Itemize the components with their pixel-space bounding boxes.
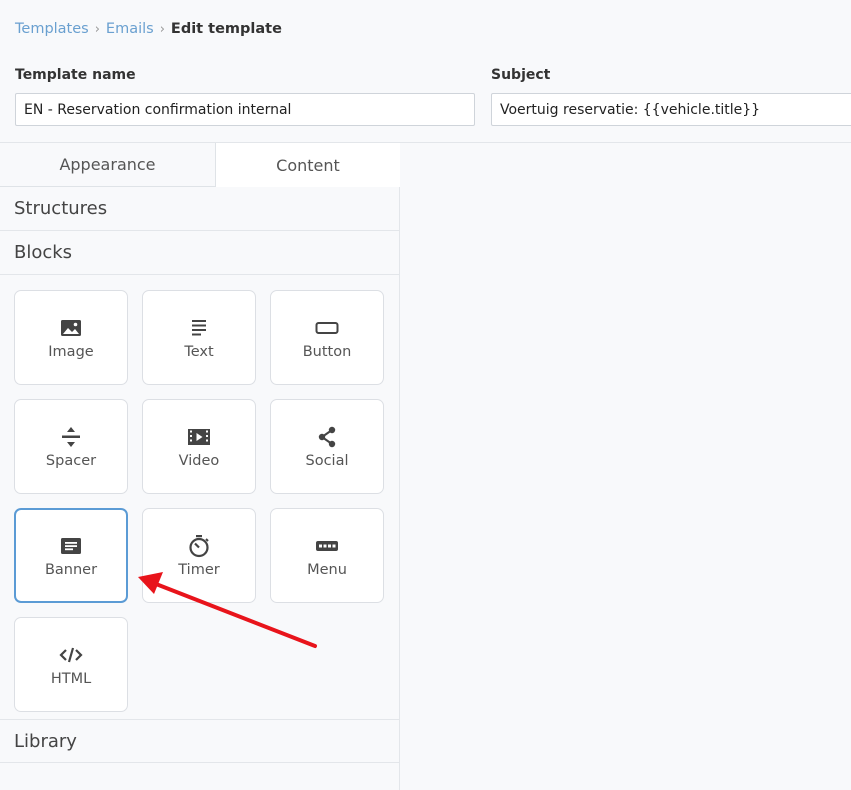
block-label: Video	[178, 452, 220, 469]
menu-icon	[315, 534, 339, 558]
spacer-icon	[59, 425, 83, 449]
block-social[interactable]: Social	[270, 399, 384, 494]
template-name-input[interactable]	[15, 93, 475, 126]
block-banner[interactable]: Banner	[14, 508, 128, 603]
section-library[interactable]: Library	[0, 719, 399, 763]
block-label: Menu	[307, 561, 347, 578]
tab-appearance[interactable]: Appearance	[0, 143, 216, 187]
block-image[interactable]: Image	[14, 290, 128, 385]
block-text[interactable]: Text	[142, 290, 256, 385]
video-icon	[187, 425, 211, 449]
banner-icon	[59, 534, 83, 558]
breadcrumb-separator: ›	[94, 21, 100, 37]
block-label: Image	[48, 343, 94, 360]
sidebar-tabs: Appearance Content	[0, 143, 400, 187]
block-label: HTML	[50, 670, 92, 687]
block-label: Timer	[178, 561, 220, 578]
breadcrumb-link-emails[interactable]: Emails	[106, 21, 154, 37]
block-label: Social	[305, 452, 349, 469]
block-spacer[interactable]: Spacer	[14, 399, 128, 494]
block-label: Text	[184, 343, 214, 360]
block-video[interactable]: Video	[142, 399, 256, 494]
text-icon	[187, 316, 211, 340]
breadcrumb-separator: ›	[159, 21, 165, 37]
block-timer[interactable]: Timer	[142, 508, 256, 603]
template-name-label: Template name	[15, 67, 136, 83]
block-html[interactable]: HTML	[14, 617, 128, 712]
breadcrumb-link-templates[interactable]: Templates	[15, 21, 89, 37]
block-label: Spacer	[45, 452, 97, 469]
block-label: Banner	[44, 561, 98, 578]
tab-content[interactable]: Content	[216, 143, 400, 187]
section-structures[interactable]: Structures	[0, 187, 399, 231]
blocks-grid: Image Text Button Spacer Video Social Ba…	[0, 275, 399, 719]
block-button[interactable]: Button	[270, 290, 384, 385]
section-blocks[interactable]: Blocks	[0, 231, 399, 275]
code-icon	[59, 643, 83, 667]
subject-input[interactable]	[491, 93, 851, 126]
timer-icon	[187, 534, 211, 558]
subject-label: Subject	[491, 67, 551, 83]
block-menu[interactable]: Menu	[270, 508, 384, 603]
breadcrumb: Templates › Emails › Edit template	[15, 21, 282, 37]
breadcrumb-current: Edit template	[170, 21, 282, 37]
editor-sidebar: Appearance Content Structures Blocks Ima…	[0, 143, 400, 790]
block-label: Button	[302, 343, 352, 360]
share-icon	[315, 425, 339, 449]
image-icon	[59, 316, 83, 340]
button-icon	[315, 316, 339, 340]
